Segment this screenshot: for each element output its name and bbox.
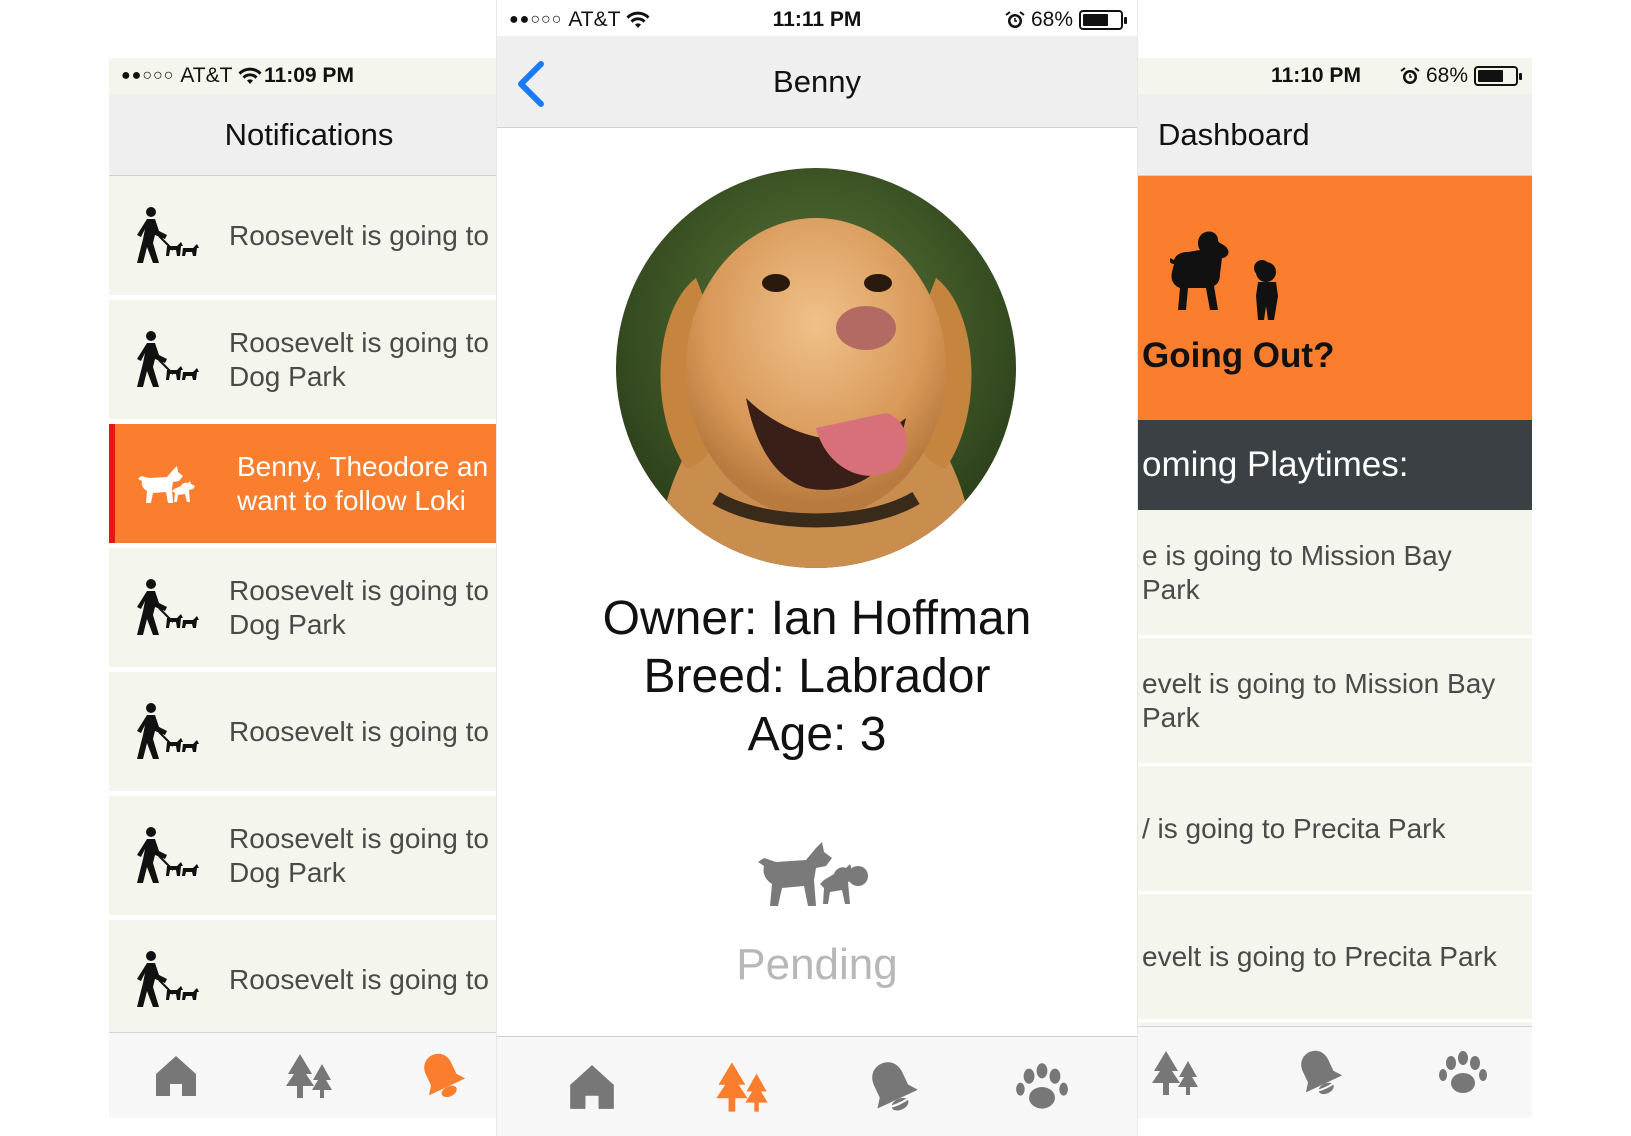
age-label: Age: 3 bbox=[747, 708, 887, 761]
notifications-screen: ●●○○○ AT&T 11:09 PM Notifications Roosev… bbox=[109, 58, 509, 1118]
clock: 11:09 PM bbox=[264, 64, 354, 87]
dog-walker-icon bbox=[109, 950, 229, 1010]
status-right: 68% bbox=[1400, 64, 1522, 88]
tab-parks[interactable] bbox=[697, 1047, 787, 1127]
going-out-label: Going Out? bbox=[1142, 336, 1335, 375]
pending-status: Pending bbox=[736, 940, 898, 989]
status-bar: 11:10 PM 68% bbox=[1100, 58, 1532, 94]
dashboard-screen: 11:10 PM 68% Dashboard Going Out? oming … bbox=[1100, 58, 1532, 1118]
notification-item[interactable]: Roosevelt is going to Dog Park bbox=[109, 548, 509, 672]
alarm-icon bbox=[1005, 11, 1025, 28]
notification-item[interactable]: Roosevelt is going to bbox=[109, 920, 509, 1032]
page-title: Dashboard bbox=[1100, 94, 1532, 176]
tab-home[interactable] bbox=[547, 1047, 637, 1127]
labrador-image bbox=[616, 168, 1016, 568]
playtime-item[interactable]: / is going to Precita Park bbox=[1100, 766, 1532, 894]
dog-walker-icon bbox=[109, 702, 229, 762]
tab-bar bbox=[109, 1032, 509, 1118]
battery-icon bbox=[1474, 66, 1522, 86]
page-title: Benny bbox=[497, 36, 1137, 128]
battery-percent: 68% bbox=[1425, 64, 1468, 87]
playtime-list: e is going to Mission Bay Park evelt is g… bbox=[1100, 510, 1532, 1026]
trees-icon bbox=[716, 1061, 768, 1112]
tab-profile[interactable] bbox=[1428, 1043, 1498, 1103]
playtime-item[interactable]: evelt is going to Precita Park bbox=[1100, 894, 1532, 1022]
tab-home[interactable] bbox=[141, 1046, 211, 1106]
tab-bar bbox=[1100, 1026, 1532, 1118]
playtime-item[interactable]: evelt is going to Mission Bay Park bbox=[1100, 638, 1532, 766]
notification-text: Roosevelt is going to Dog Park bbox=[229, 822, 489, 888]
notification-item[interactable]: Roosevelt is going to Dog Park bbox=[109, 796, 509, 920]
notification-item[interactable]: Roosevelt is going to bbox=[109, 672, 509, 796]
dog-photo bbox=[616, 168, 1016, 568]
breed-label: Breed: Labrador bbox=[643, 650, 991, 703]
trees-icon bbox=[285, 1053, 332, 1098]
bell-icon bbox=[424, 1053, 466, 1097]
notification-text: Benny, Theodore an want to follow Loki bbox=[237, 450, 489, 516]
notification-text: Roosevelt is going to bbox=[229, 219, 489, 251]
dogs-icon bbox=[1170, 231, 1278, 320]
paw-icon bbox=[1439, 1050, 1487, 1093]
dog-info: Owner: Ian Hoffman Breed: Labrador Age: … bbox=[497, 590, 1137, 764]
upcoming-header: oming Playtimes: bbox=[1100, 420, 1532, 510]
bell-icon bbox=[1301, 1050, 1343, 1094]
going-out-banner[interactable]: Going Out? bbox=[1100, 176, 1532, 420]
dog-walker-icon bbox=[109, 206, 229, 266]
status-bar: ●●○○○ AT&T 11:11 PM 68% bbox=[497, 2, 1137, 38]
status-right: 68% bbox=[1005, 8, 1127, 32]
dogs-icon bbox=[109, 464, 229, 504]
dogs-icon[interactable] bbox=[754, 836, 880, 908]
battery-percent: 68% bbox=[1030, 8, 1073, 31]
notification-text: Roosevelt is going to Dog Park bbox=[229, 326, 489, 392]
tab-bar bbox=[497, 1036, 1137, 1136]
tab-notifications[interactable] bbox=[1284, 1043, 1354, 1103]
dog-profile-screen: ●●○○○ AT&T 11:11 PM 68% Benny Owner: Ian… bbox=[497, 0, 1137, 1136]
owner-label: Owner: Ian Hoffman bbox=[602, 592, 1032, 645]
dog-walker-icon bbox=[109, 578, 229, 638]
paw-icon bbox=[1016, 1062, 1068, 1109]
home-icon bbox=[570, 1064, 614, 1109]
notification-item[interactable]: Roosevelt is going to Dog Park bbox=[109, 300, 509, 424]
page-title: Notifications bbox=[109, 94, 509, 176]
notification-list: Roosevelt is going to Roosevelt is going … bbox=[109, 176, 509, 1032]
battery-icon bbox=[1079, 10, 1127, 30]
notification-text: Roosevelt is going to Dog Park bbox=[229, 574, 489, 640]
status-bar: ●●○○○ AT&T 11:09 PM bbox=[109, 58, 509, 94]
tab-profile[interactable] bbox=[997, 1047, 1087, 1127]
notification-text: Roosevelt is going to bbox=[229, 715, 489, 747]
trees-icon bbox=[1152, 1050, 1198, 1095]
home-icon bbox=[155, 1055, 196, 1096]
notification-item[interactable]: Roosevelt is going to bbox=[109, 176, 509, 300]
notification-item[interactable]: Benny, Theodore an want to follow Loki bbox=[109, 424, 509, 548]
tab-parks[interactable] bbox=[274, 1046, 344, 1106]
tab-notifications[interactable] bbox=[407, 1046, 477, 1106]
dog-walker-icon bbox=[109, 330, 229, 390]
notification-text: Roosevelt is going to bbox=[229, 963, 489, 995]
bell-icon bbox=[872, 1061, 918, 1110]
tab-parks[interactable] bbox=[1140, 1043, 1210, 1103]
playtime-item[interactable]: e is going to Mission Bay Park bbox=[1100, 510, 1532, 638]
alarm-icon bbox=[1400, 67, 1420, 84]
back-chevron-icon[interactable] bbox=[511, 58, 551, 110]
screenshot-collage: ●●○○○ AT&T 11:09 PM Notifications Roosev… bbox=[0, 0, 1631, 1136]
dog-walker-icon bbox=[109, 826, 229, 886]
tab-notifications[interactable] bbox=[847, 1047, 937, 1127]
